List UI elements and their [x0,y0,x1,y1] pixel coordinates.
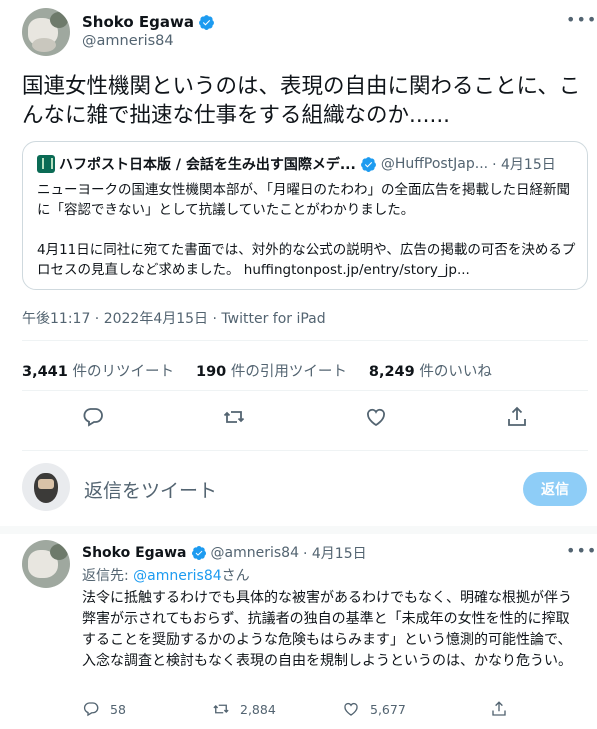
retweet-icon [213,704,229,714]
retweets-stat[interactable]: 3,441 件のリツイート [22,360,174,381]
quoted-date: · 4月15日 [492,157,556,173]
divider [22,450,588,451]
divider [22,390,588,391]
reply-icon [83,702,99,717]
author-handle[interactable]: @amneris84 [82,33,174,49]
author-avatar[interactable] [22,8,70,56]
likes-stat[interactable]: 8,249 件のいいね [369,360,492,381]
quotes-count: 190 [195,364,227,380]
verified-icon [199,14,214,30]
quoted-tweet-card[interactable]: ハフポスト日本版 / 会話を生み出す国際メデ... @HuffPostJap..… [22,141,588,290]
quoted-tweet-body: ニューヨークの国連女性機関本部が、「月曜日のたわわ」の全面広告を掲載した日経新聞… [37,180,577,280]
like-count: 5,677 [370,701,406,717]
verified-icon [360,156,376,172]
likes-label: 件のいいね [419,364,492,380]
quoted-paragraph-2: 4月11日に同社に宛てた書面では、対外的な公式の説明や、広告の掲載の可否を決める… [37,240,577,280]
quoted-link[interactable]: huffingtonpost.jp/entry/story_jp... [244,262,470,278]
quoted-tweet-header: ハフポスト日本版 / 会話を生み出す国際メデ... @HuffPostJap..… [37,154,556,174]
like-icon [344,702,358,716]
tweet-stats: 3,441 件のリツイート 190 件の引用ツイート 8,249 件のいいね [22,360,492,381]
reply-reply-action[interactable]: 58 [82,700,212,718]
reply-like-action[interactable]: 5,677 [342,700,472,718]
author-name[interactable]: Shoko Egawa [82,13,194,31]
quoted-author-name: ハフポスト日本版 / 会話を生み出す国際メデ... [59,157,356,173]
quotes-label: 件の引用ツイート [230,364,347,380]
quoted-paragraph-1: ニューヨークの国連女性機関本部が、「月曜日のたわわ」の全面広告を掲載した日経新聞… [37,182,570,218]
huffpost-logo-icon [37,155,55,173]
retweet-icon[interactable] [222,405,246,429]
reply-count: 58 [110,701,126,717]
likes-count: 8,249 [368,364,415,380]
tweet-meta[interactable]: 午後11:17 · 2022年4月15日 · Twitter for iPad [22,308,326,328]
reply-author-avatar[interactable] [22,540,70,588]
author-name-row[interactable]: Shoko Egawa [82,13,215,31]
reply-retweet-action[interactable]: 2,884 [212,700,342,718]
retweets-count: 3,441 [22,364,68,380]
divider [22,340,588,341]
tweet-actions [22,405,588,429]
reply-author-handle[interactable]: @amneris84 [211,545,299,561]
share-icon[interactable] [505,405,529,429]
reply-actions: 58 2,884 5,677 [82,700,522,718]
more-icon[interactable]: ••• [566,541,597,560]
replying-to: 返信先: @amneris84さん [82,565,250,585]
retweets-label: 件のリツイート [72,364,174,380]
reply-icon[interactable] [81,405,105,429]
quoted-author-handle: @HuffPostJap... [380,156,489,172]
section-separator [0,526,597,534]
replying-to-suffix: さん [221,568,250,584]
more-icon[interactable]: ••• [566,10,597,29]
replying-to-prefix: 返信先: [82,568,134,584]
reply-composer-input[interactable]: 返信をツイート [84,476,217,503]
verified-icon [191,546,206,560]
reply-text: 法令に抵触するわけでも具体的な被害があるわけでもなく、明確な根拠が伴う弊害が示さ… [82,590,572,669]
reply-date[interactable]: · 4月15日 [303,543,367,563]
retweet-count: 2,884 [240,701,276,717]
like-icon[interactable] [364,405,388,429]
share-icon[interactable] [490,700,508,718]
current-user-avatar[interactable] [22,463,70,511]
replying-to-handle[interactable]: @amneris84 [133,568,221,584]
quotes-stat[interactable]: 190 件の引用ツイート [196,360,347,381]
reply-header: Shoko Egawa @amneris84 · 4月15日 [82,543,367,563]
reply-button[interactable]: 返信 [523,472,587,506]
reply-author-name[interactable]: Shoko Egawa [82,545,187,561]
tweet-text: 国連女性機関というのは、表現の自由に関わることに、こんなに雑で拙速な仕事をする組… [22,74,581,128]
